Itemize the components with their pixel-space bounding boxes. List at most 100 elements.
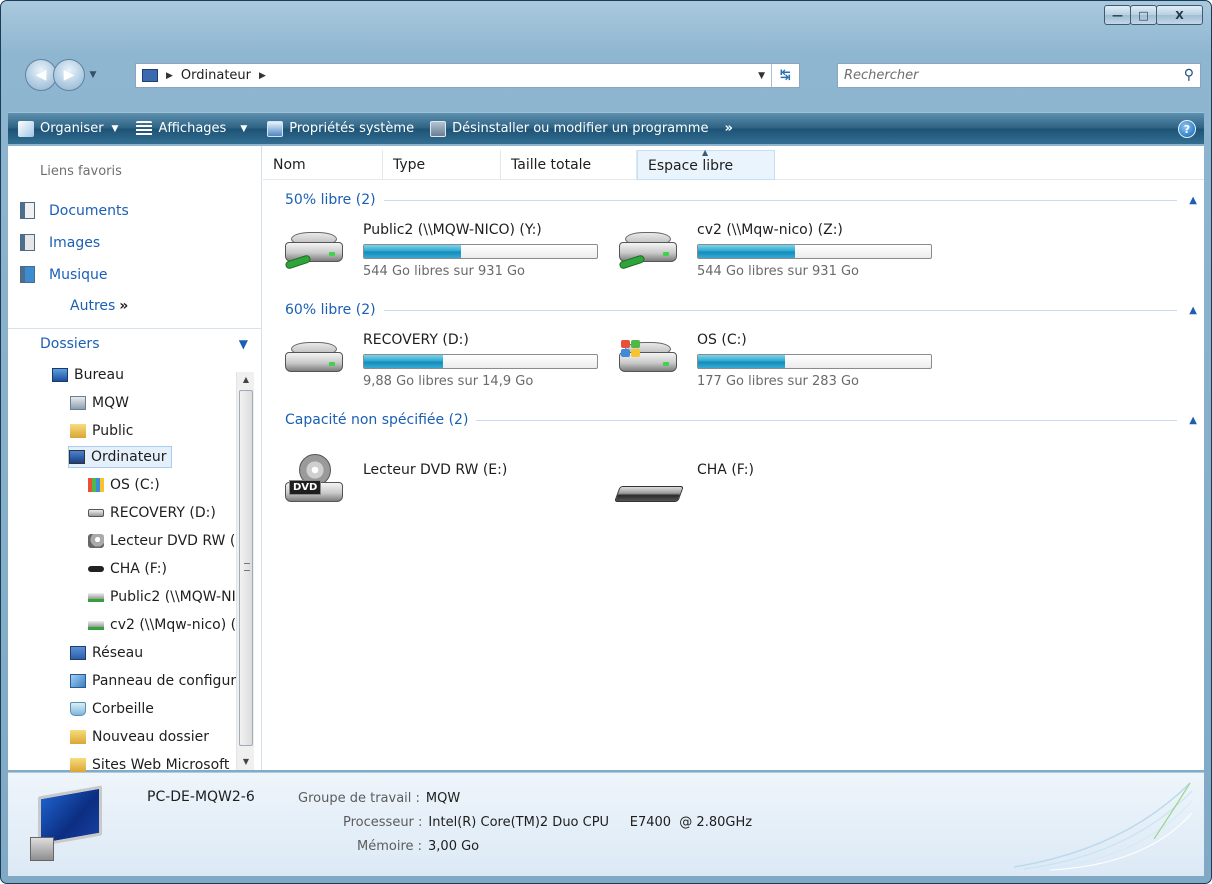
tree-item-recovery-d[interactable]: RECOVERY (D:)	[88, 502, 236, 524]
group-title: Capacité non spécifiée (2)	[285, 412, 469, 428]
column-header-name[interactable]: Nom	[263, 150, 383, 180]
system-properties-button[interactable]: Propriétés système	[267, 120, 415, 137]
tree-item-label: Nouveau dossier	[92, 729, 210, 745]
music-icon	[20, 266, 35, 283]
scroll-down-icon[interactable]: ▼	[237, 754, 255, 770]
organize-button[interactable]: Organiser ▼	[18, 120, 118, 137]
tree-item-label: Public	[92, 423, 134, 439]
group-header-50-free[interactable]: 50% libre (2) ▲	[285, 192, 1197, 208]
chevron-up-icon[interactable]: ▲	[1189, 305, 1197, 316]
drive-capacity-text: 177 Go libres sur 283 Go	[697, 374, 860, 389]
tree-item-public[interactable]: Public	[70, 420, 236, 442]
drive-tile-recovery[interactable]: RECOVERY (D:) 9,88 Go libres sur 14,9 Go	[283, 332, 613, 394]
tree-item-public2-y[interactable]: Public2 (\\MQW-NICO) (Y:)	[88, 586, 236, 608]
favorite-music[interactable]: Musique	[20, 266, 108, 283]
removable-drive-icon	[614, 468, 684, 508]
hard-drive-icon	[283, 338, 347, 378]
chevron-down-icon: ▼	[238, 337, 248, 351]
help-icon[interactable]: ?	[1178, 120, 1196, 138]
chevron-up-icon[interactable]: ▲	[1189, 195, 1197, 206]
drive-tile-cv2[interactable]: cv2 (\\Mqw-nico) (Z:) 544 Go libres sur …	[617, 222, 947, 284]
chevron-up-icon[interactable]: ▲	[1189, 415, 1197, 426]
scroll-up-icon[interactable]: ▲	[237, 372, 255, 388]
tree-item-ordinateur[interactable]: Ordinateur	[68, 446, 172, 468]
tree-item-label: Corbeille	[92, 701, 154, 717]
refresh-button[interactable]: ↹	[771, 64, 799, 87]
tree-item-label: CHA (F:)	[110, 561, 167, 577]
computer-icon	[142, 69, 158, 82]
computer-name: PC-DE-MQW2-6	[147, 789, 255, 805]
tree-item-os-c[interactable]: OS (C:)	[88, 474, 236, 496]
folders-header[interactable]: Dossiers ▼	[40, 334, 262, 354]
tree-item-label: cv2 (\\Mqw-nico) (Z:)	[110, 617, 236, 633]
uninstall-program-button[interactable]: Désinstaller ou modifier un programme	[430, 120, 709, 137]
uninstall-label: Désinstaller ou modifier un programme	[452, 121, 709, 136]
column-header-type[interactable]: Type	[383, 150, 501, 180]
more-favorites-link[interactable]: Autres»	[70, 298, 128, 314]
minimize-button[interactable]: —	[1104, 5, 1131, 25]
group-header-unspecified[interactable]: Capacité non spécifiée (2) ▲	[285, 412, 1197, 428]
file-list: Nom Type Taille totale Espace libre ▲ 50…	[263, 146, 1204, 770]
search-input[interactable]: Rechercher ⚲	[837, 63, 1201, 88]
back-arrow-icon: ◀	[35, 67, 47, 83]
address-bar[interactable]: ▶ Ordinateur ▶ ▼ ↹	[135, 63, 800, 88]
breadcrumb-ordinateur[interactable]: Ordinateur	[181, 68, 251, 83]
drive-tile-dvd[interactable]: DVD Lecteur DVD RW (E:)	[283, 454, 613, 524]
favorite-images[interactable]: Images	[20, 234, 100, 251]
tree-item-mqw[interactable]: MQW	[70, 392, 236, 414]
column-header-total-size[interactable]: Taille totale	[501, 150, 637, 180]
search-icon[interactable]: ⚲	[1184, 67, 1194, 83]
desktop-icon	[52, 368, 68, 382]
drive-tile-public2[interactable]: Public2 (\\MQW-NICO) (Y:) 544 Go libres …	[283, 222, 613, 284]
system-properties-label: Propriétés système	[289, 121, 415, 136]
drive-tile-cha[interactable]: CHA (F:)	[614, 462, 947, 524]
group-rule	[476, 419, 1178, 421]
computer-icon	[69, 450, 85, 464]
forward-arrow-icon: ▶	[63, 67, 75, 83]
capacity-fill	[698, 355, 786, 368]
capacity-fill	[698, 245, 795, 258]
close-button[interactable]: X	[1156, 5, 1203, 25]
windows-drive-icon	[88, 478, 104, 492]
memory-line: Mémoire : 3,00 Go	[357, 839, 479, 854]
tree-item-cha-f[interactable]: CHA (F:)	[88, 558, 236, 580]
tree-item-cv2-z[interactable]: cv2 (\\Mqw-nico) (Z:)	[88, 614, 236, 636]
tree-item-label: MQW	[92, 395, 129, 411]
tree-scrollbar[interactable]: ▲ ▼	[236, 372, 254, 770]
views-label: Affichages	[158, 121, 227, 136]
decorative-swoosh	[1014, 782, 1193, 871]
tree-item-reseau[interactable]: Réseau	[70, 642, 236, 664]
more-commands-button[interactable]: »	[724, 121, 732, 136]
capacity-bar	[697, 354, 932, 369]
explorer-body: Liens favoris Documents Images Musique A…	[8, 146, 1204, 773]
chevron-down-icon: ▼	[240, 123, 248, 134]
capacity-fill	[364, 355, 443, 368]
processor-line: Processeur : Intel(R) Core(TM)2 Duo CPU …	[343, 815, 752, 830]
views-icon	[136, 120, 153, 137]
breadcrumb-arrow-icon[interactable]: ▶	[166, 71, 173, 81]
scrollbar-thumb[interactable]	[239, 390, 253, 746]
drive-tile-os[interactable]: OS (C:) 177 Go libres sur 283 Go	[617, 332, 947, 394]
favorite-documents[interactable]: Documents	[20, 202, 129, 219]
maximize-button[interactable]: □	[1130, 5, 1157, 25]
column-header-label: Espace libre	[648, 158, 734, 174]
group-rule	[383, 199, 1178, 201]
address-dropdown-icon[interactable]: ▼	[758, 71, 765, 81]
tree-item-recycle-bin[interactable]: Corbeille	[70, 698, 236, 720]
sort-ascending-icon: ▲	[702, 148, 709, 157]
favorite-label: Images	[49, 234, 101, 251]
tree-item-control-panel[interactable]: Panneau de configuration	[70, 670, 236, 692]
documents-icon	[20, 202, 35, 219]
views-button[interactable]: Affichages ▼	[136, 120, 248, 137]
tree-item-new-folder[interactable]: Nouveau dossier	[70, 726, 236, 748]
breadcrumb-arrow-icon[interactable]: ▶	[259, 71, 266, 81]
tree-item-label: RECOVERY (D:)	[110, 505, 216, 521]
column-header-free-space[interactable]: Espace libre ▲	[637, 148, 775, 180]
tree-item-bureau[interactable]: Bureau	[52, 364, 236, 386]
network-drive-icon	[88, 592, 104, 602]
recent-pages-dropdown[interactable]: ▼	[87, 70, 99, 80]
tree-item-dvd-e[interactable]: Lecteur DVD RW (E:)	[88, 530, 236, 552]
group-header-60-free[interactable]: 60% libre (2) ▲	[285, 302, 1197, 318]
processor-value: Intel(R) Core(TM)2 Duo CPU E7400 @ 2.80G…	[428, 815, 753, 830]
forward-button[interactable]: ▶	[53, 59, 85, 91]
